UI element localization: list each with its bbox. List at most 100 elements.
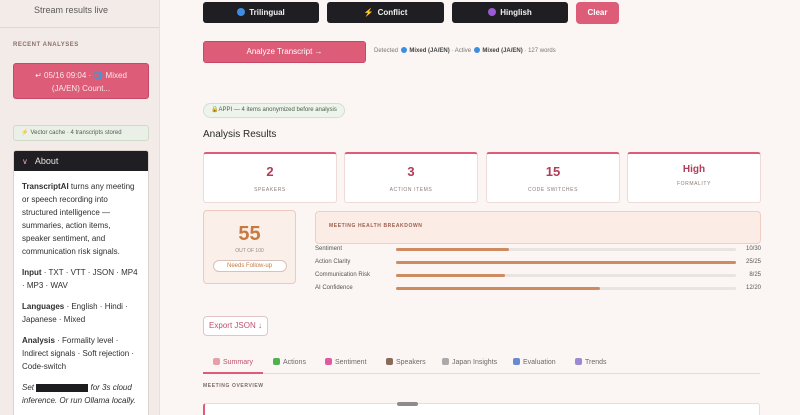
tab-summary[interactable]: Summary <box>213 358 253 366</box>
meeting-overview-heading: MEETING OVERVIEW <box>203 383 264 389</box>
sample-trilingual-button[interactable]: Trilingual <box>203 2 319 23</box>
chip-label-conflict: Conflict <box>377 8 408 17</box>
metric-value: 3 <box>407 164 415 179</box>
health-row-track <box>396 261 736 264</box>
about-analysis: Analysis · Formality level · Indirect si… <box>22 334 140 373</box>
sample-conflict-button[interactable]: ⚡ Conflict <box>327 2 444 23</box>
globe-icon <box>237 8 246 16</box>
meeting-overview-card <box>203 403 760 415</box>
sample-hinglish-button[interactable]: Hinglish <box>452 2 568 23</box>
health-score-out-of: OUT OF 100 <box>235 248 264 254</box>
vector-cache-note: ⚡ Vector cache · 4 transcripts stored <box>13 125 149 141</box>
appi-text: APPI — 4 items anonymized before analysi… <box>218 107 337 113</box>
health-row-label: Sentiment <box>315 246 343 252</box>
metric-value: 2 <box>266 164 274 179</box>
recent-analyses-heading: RECENT ANALYSES <box>13 42 79 48</box>
metric-label: CODE SWITCHES <box>527 187 579 193</box>
health-row-ai-confidence: AI Confidence 12/20 <box>315 285 761 293</box>
tab-label: Summary <box>223 359 253 366</box>
tab-evaluation[interactable]: Evaluation <box>513 358 556 366</box>
clear-button[interactable]: Clear <box>576 2 619 24</box>
tab-label: Japan Insights <box>452 359 498 366</box>
tab-label: Trends <box>585 359 607 366</box>
sidebar: Stream results live RECENT ANALYSES ↵ 05… <box>0 0 160 415</box>
recent-analysis-item[interactable]: ↵ 05/16 09:04 · 🌐 Mixed (JA/EN) Count... <box>13 63 149 99</box>
metric-label: SPEAKERS <box>254 187 286 193</box>
tab-actions[interactable]: Actions <box>273 358 306 366</box>
about-panel: ∨ About TranscriptAI turns any meeting or… <box>13 150 149 415</box>
active-language: Mixed (JA/EN) <box>482 48 523 54</box>
redacted-block <box>36 383 89 392</box>
chevron-down-icon: ∨ <box>22 157 28 166</box>
microphone-icon <box>386 358 393 365</box>
about-expander-header[interactable]: ∨ About <box>14 151 148 171</box>
health-row-sentiment: Sentiment 10/30 <box>315 246 761 254</box>
health-row-fill <box>396 248 510 251</box>
bolt-icon: ⚡ <box>21 130 29 136</box>
languages-label: Languages <box>22 302 65 311</box>
health-row-track <box>396 287 736 290</box>
globe-icon <box>400 47 407 53</box>
metric-card-formality: High FORMALITY <box>627 152 761 203</box>
health-row-label: AI Confidence <box>315 285 353 291</box>
about-intro: TranscriptAI turns any meeting or speech… <box>22 180 140 258</box>
stream-results-toggle-label[interactable]: Stream results live <box>34 5 108 15</box>
health-row-communication-risk: Communication Risk 8/25 <box>315 272 761 280</box>
health-row-label: Communication Risk <box>315 272 371 278</box>
about-intro-text: turns any meeting or speech recording in… <box>22 182 135 256</box>
health-row-fill <box>396 287 600 290</box>
about-languages: Languages · English · Hindi · Japanese ·… <box>22 300 140 326</box>
health-row-fill <box>396 274 505 277</box>
tab-trends[interactable]: Trends <box>575 358 607 366</box>
about-body: TranscriptAI turns any meeting or speech… <box>14 171 148 407</box>
health-row-value: 10/30 <box>745 246 761 252</box>
health-status-badge: Needs Follow-up <box>212 260 287 272</box>
export-json-button[interactable]: Export JSON ↓ <box>203 316 268 336</box>
metric-value: 15 <box>545 164 561 179</box>
about-input: Input · TXT · VTT · JSON · MP4 · MP3 · W… <box>22 266 140 292</box>
chip-label-hinglish: Hinglish <box>500 8 532 17</box>
health-row-value: 25/25 <box>745 259 761 265</box>
globe-icon <box>473 47 480 53</box>
chart-icon <box>513 358 520 365</box>
health-breakdown-banner: MEETING HEALTH BREAKDOWN <box>315 211 761 244</box>
vector-cache-text: Vector cache · 4 transcripts stored <box>30 130 122 136</box>
japan-icon <box>442 358 449 365</box>
metric-card-action-items: 3 ACTION ITEMS <box>344 152 478 203</box>
tab-japan-insights[interactable]: Japan Insights <box>442 358 497 366</box>
results-tabs: Summary Actions Sentiment Speakers Japan… <box>203 354 760 374</box>
heart-icon <box>325 358 332 365</box>
analyze-transcript-button[interactable]: Analyze Transcript → <box>203 41 366 63</box>
health-row-action-clarity: Action Clarity 25/25 <box>315 259 761 267</box>
health-row-track <box>396 248 736 251</box>
scroll-handle[interactable] <box>397 402 418 406</box>
metric-card-code-switches: 15 CODE SWITCHES <box>486 152 620 203</box>
analysis-label: Analysis <box>22 336 55 345</box>
health-breakdown-heading: MEETING HEALTH BREAKDOWN <box>329 223 423 229</box>
about-title: About <box>34 156 59 166</box>
tab-sentiment[interactable]: Sentiment <box>325 358 367 366</box>
brand-name: TranscriptAI <box>22 182 69 191</box>
tab-label: Sentiment <box>335 359 367 366</box>
trend-icon <box>575 358 582 365</box>
setup-prefix: Set <box>22 383 35 392</box>
tab-label: Speakers <box>396 359 426 366</box>
health-row-value: 8/25 <box>749 272 761 278</box>
metric-label: ACTION ITEMS <box>389 187 433 193</box>
input-label: Input <box>22 268 42 277</box>
metric-value: High <box>682 164 706 175</box>
word-count: · 127 words <box>524 48 556 54</box>
tab-label: Actions <box>283 359 306 366</box>
tab-speakers[interactable]: Speakers <box>386 358 426 366</box>
health-score-value: 55 <box>238 223 261 245</box>
active-tab-indicator <box>203 372 263 374</box>
tab-label: Evaluation <box>523 359 556 366</box>
summary-icon <box>213 358 220 365</box>
about-setup-note: Set for 3s cloud inference. Or run Ollam… <box>22 381 140 407</box>
health-row-value: 12/20 <box>745 285 761 291</box>
health-row-track <box>396 274 736 277</box>
moon-icon <box>488 8 497 16</box>
health-row-label: Action Clarity <box>315 259 351 265</box>
metric-label: FORMALITY <box>676 181 711 187</box>
recent-analysis-line1: ↵ 05/16 09:04 · 🌐 Mixed <box>35 71 127 80</box>
